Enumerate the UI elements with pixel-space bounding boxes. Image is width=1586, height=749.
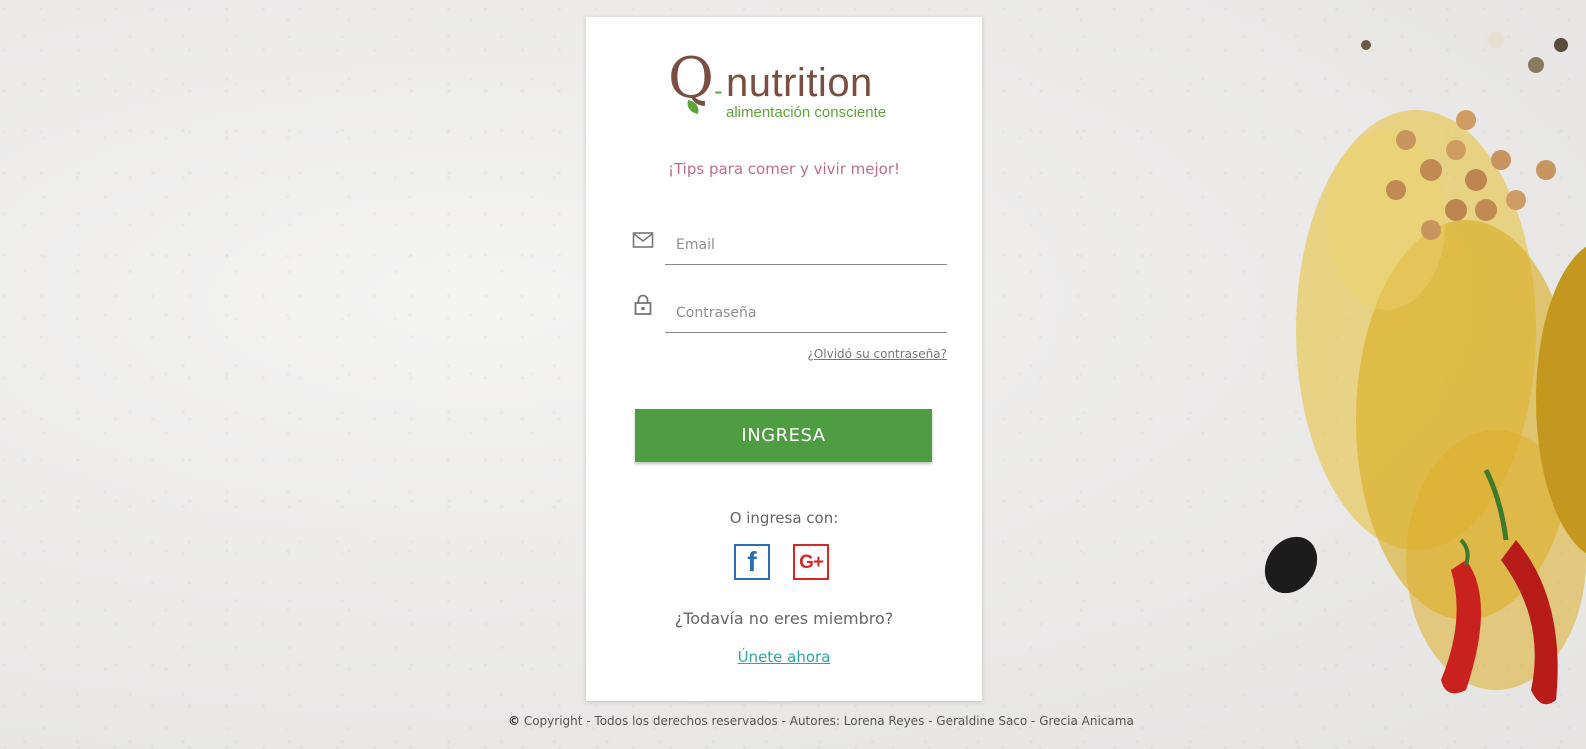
password-field[interactable] [665,296,946,330]
logo-dash: - [714,77,723,105]
spices-decoration [1166,0,1586,749]
footer: © Copyright - Todos los derechos reserva… [508,714,1134,728]
signup-question: ¿Todavía no eres miembro? [674,609,894,628]
google-plus-icon: G+ [799,551,824,573]
logo-letter: Q [668,46,714,111]
lock-icon [632,293,654,315]
login-card: Q - nutrition alimentación consciente ¡T… [586,17,982,701]
facebook-icon: f [747,546,757,577]
logo-name: nutrition [726,61,873,105]
email-field-wrapper [665,228,947,265]
logo-tagline: alimentación consciente [726,104,887,121]
footer-text: Copyright - Todos los derechos reservado… [523,714,1134,728]
google-login-button[interactable]: G+ [793,544,829,580]
email-field[interactable] [665,228,946,262]
mail-icon [632,229,654,251]
facebook-login-button[interactable]: f [734,544,770,580]
page-tagline: ¡Tips para comer y vivir mejor! [667,160,901,178]
logo: Q - nutrition alimentación consciente [668,51,903,127]
login-button[interactable]: INGRESA [635,409,932,462]
forgot-password-link[interactable]: ¿Olvidó su contraseña? [807,347,947,361]
copyright-icon: © [508,714,520,728]
signup-link[interactable]: Únete ahora [586,648,982,666]
social-login-label: O ingresa con: [729,509,839,527]
password-field-wrapper [665,296,947,333]
